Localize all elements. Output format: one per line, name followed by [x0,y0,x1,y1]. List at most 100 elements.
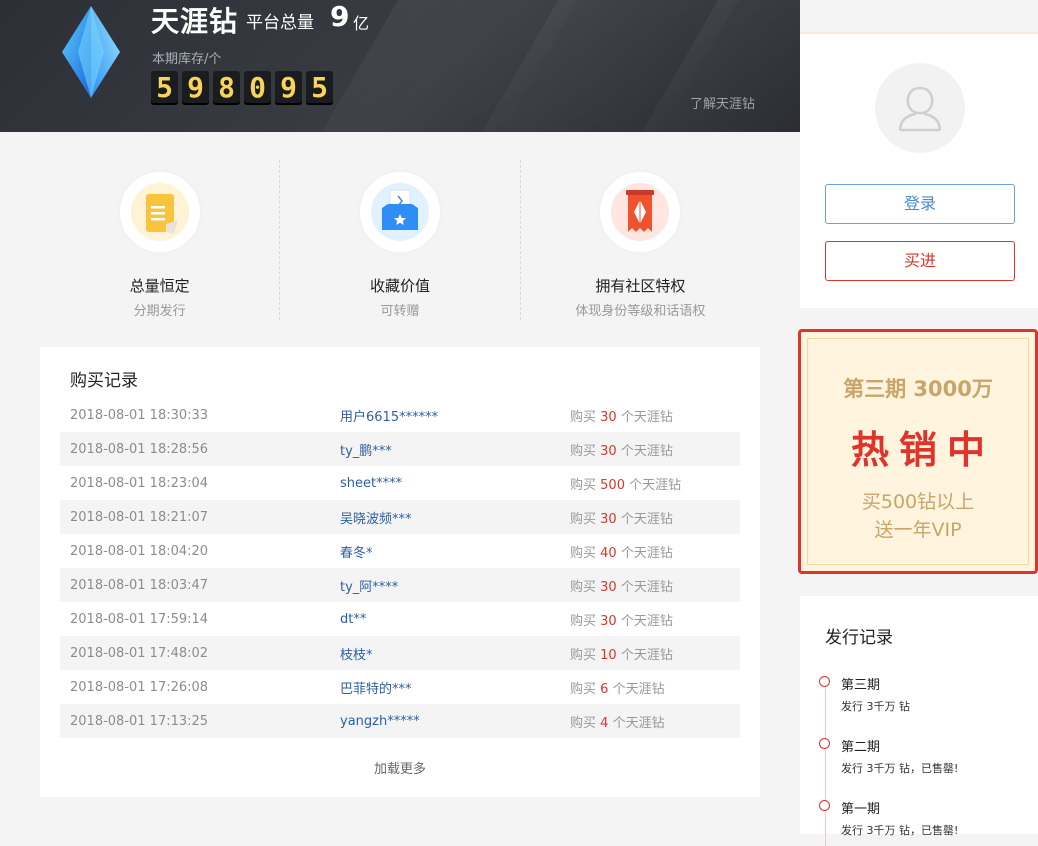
feature-subtitle: 分期发行 [133,304,186,319]
record-user[interactable]: 枝枝* [340,644,570,663]
feature-item: 总量恒定 分期发行 [40,160,279,320]
record-purchase: 购买 6 个天涯钻 [570,678,665,697]
record-time: 2018-08-01 18:28:56 [70,441,209,457]
diamond-logo-icon [62,6,120,98]
record-buy-suffix: 个天涯钻 [620,613,673,629]
feature-subtitle: 可转赠 [380,304,420,319]
record-buy-prefix: 购买 [570,511,597,527]
timeline-dot-icon [819,738,830,749]
stock-digit: 9 [275,71,302,105]
buy-in-button[interactable]: 买进 [825,241,1015,281]
record-buy-suffix: 个天涯钻 [620,443,673,459]
promo-offer-line2: 送一年VIP [874,519,962,541]
record-user[interactable]: ty_鹏*** [340,440,570,459]
record-purchase: 购买 500 个天涯钻 [570,474,681,493]
ticket-icon [130,183,189,241]
record-user[interactable]: sheet**** [340,476,570,491]
record-time: 2018-08-01 17:13:25 [70,713,209,729]
record-user[interactable]: 巴菲特的*** [340,678,570,697]
record-buy-suffix: 个天涯钻 [620,647,673,663]
table-row: 2018-08-01 17:26:08 巴菲特的*** 购买 6 个天涯钻 [60,670,740,704]
gift-box-icon [370,183,429,241]
promo-offer-line1: 买500钻以上 [861,491,975,513]
record-time: 2018-08-01 17:59:14 [70,611,209,627]
record-buy-suffix: 个天涯钻 [629,477,682,493]
record-time: 2018-08-01 18:04:20 [70,543,209,559]
record-user[interactable]: 春冬* [340,542,570,561]
record-buy-count: 10 [600,647,617,663]
login-button[interactable]: 登录 [825,184,1015,224]
table-row: 2018-08-01 17:13:25 yangzh***** 购买 4 个天涯钻 [60,704,740,738]
user-panel: 登录 买进 [800,32,1038,308]
avatar [875,63,965,153]
feature-icon-circle [356,169,443,255]
issue-history-title: 发行记录 [825,628,893,648]
feature-title: 总量恒定 [129,277,190,295]
load-more-button[interactable]: 加载更多 [40,758,760,777]
timeline-line [825,676,826,846]
feature-item: 拥有社区特权 体现身份等级和话语权 [519,160,760,320]
stock-digit: 5 [306,71,333,105]
issue-name: 第三期 [841,678,881,693]
record-buy-suffix: 个天涯钻 [612,715,665,731]
record-purchase: 购买 30 个天涯钻 [570,576,673,595]
stock-digit: 9 [182,71,209,105]
feature-subtitle: 体现身份等级和话语权 [575,304,706,319]
record-buy-count: 30 [600,579,617,595]
issue-description: 发行 3千万 钻 [841,700,910,713]
platform-total-value: 9 [330,0,350,33]
promo-banner[interactable]: 第三期 3000万 热销中 买500钻以上 送一年VIP [798,329,1038,574]
feature-icon-circle [597,169,684,255]
record-user[interactable]: 用户6615****** [340,406,570,425]
record-buy-prefix: 购买 [570,647,597,663]
table-row: 2018-08-01 18:21:07 吴晓波频*** 购买 30 个天涯钻 [60,500,740,534]
table-row: 2018-08-01 18:28:56 ty_鹏*** 购买 30 个天涯钻 [60,432,740,466]
record-user[interactable]: ty_阿**** [340,576,570,595]
record-buy-count: 30 [600,511,617,527]
stock-digit: 5 [151,71,178,105]
record-user[interactable]: dt** [340,612,570,627]
record-buy-prefix: 购买 [570,545,597,561]
learn-more-link[interactable]: 了解天涯钻 [690,93,755,112]
promo-inner: 第三期 3000万 热销中 买500钻以上 送一年VIP [807,338,1029,565]
platform-total-unit: 亿 [353,14,370,33]
record-buy-count: 30 [600,613,617,629]
record-time: 2018-08-01 18:03:47 [70,577,209,593]
feature-list: 总量恒定 分期发行 收藏价值 可转赠 拥有社区特权 体现身份等级和话语权 [40,160,760,320]
feature-title: 收藏价值 [369,277,430,295]
promo-period: 第三期 3000万 [843,377,993,401]
timeline-dot-icon [819,800,830,811]
record-buy-count: 4 [600,715,609,731]
record-user[interactable]: yangzh***** [340,714,570,729]
issue-history-panel: 发行记录 第三期 发行 3千万 钻 第二期 发行 3千万 钻，已售罄! 第一期 … [800,596,1038,846]
record-buy-suffix: 个天涯钻 [620,545,673,561]
record-purchase: 购买 10 个天涯钻 [570,644,673,663]
record-buy-prefix: 购买 [570,443,597,459]
diamond-banner-icon [611,183,670,241]
record-buy-prefix: 购买 [570,715,597,731]
feature-title: 拥有社区特权 [595,277,686,295]
table-row: 2018-08-01 18:23:04 sheet**** 购买 500 个天涯钻 [60,466,740,500]
purchase-records-panel: 购买记录 2018-08-01 18:30:33 用户6615****** 购买 3… [40,347,760,797]
record-time: 2018-08-01 17:48:02 [70,645,209,661]
record-buy-prefix: 购买 [570,477,597,493]
record-purchase: 购买 30 个天涯钻 [570,508,673,527]
record-purchase: 购买 30 个天涯钻 [570,406,673,425]
record-buy-prefix: 购买 [570,579,597,595]
stock-digit: 8 [213,71,240,105]
table-row: 2018-08-01 17:48:02 枝枝* 购买 10 个天涯钻 [60,636,740,670]
issue-name: 第一期 [841,802,881,817]
default-avatar-icon [898,86,942,132]
record-purchase: 购买 30 个天涯钻 [570,610,673,629]
table-row: 2018-08-01 18:30:33 用户6615****** 购买 30 个天涯… [60,398,740,432]
record-buy-prefix: 购买 [570,681,597,697]
timeline-dot-icon [819,676,830,687]
header-banner: 天涯钻 平台总量 9 亿 本期库存/个 5 9 8 0 9 5 了解天涯钻 [0,0,800,132]
record-time: 2018-08-01 18:21:07 [70,509,209,525]
record-user[interactable]: 吴晓波频*** [340,508,570,527]
feature-icon-circle [116,169,203,255]
record-buy-count: 500 [600,477,625,493]
record-purchase: 购买 4 个天涯钻 [570,712,665,731]
promo-hot-sale: 热销中 [850,428,995,472]
record-buy-suffix: 个天涯钻 [620,511,673,527]
